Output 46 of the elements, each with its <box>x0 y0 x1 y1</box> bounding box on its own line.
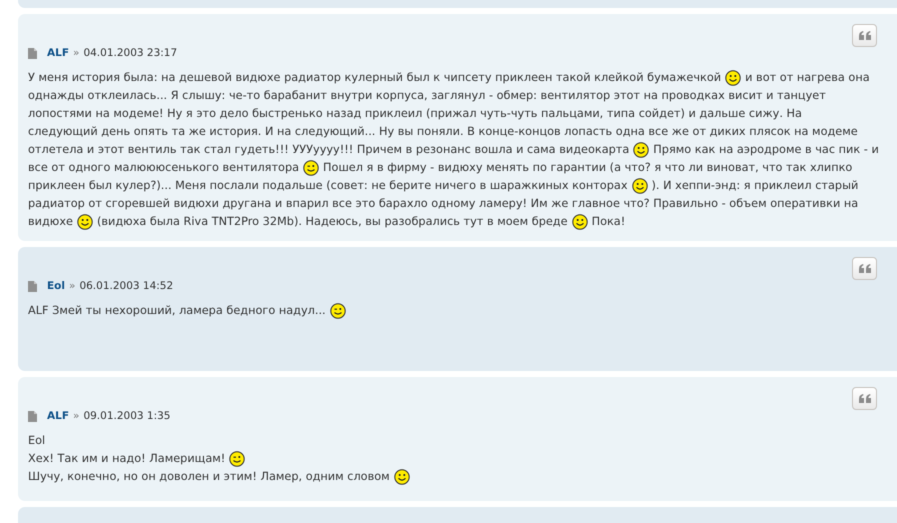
document-icon <box>28 280 37 292</box>
post-text: Eol <box>28 433 46 449</box>
post-text: Хех! Так им и надо! Ламерищам! <box>28 451 226 467</box>
post-text: следующий день опять та же история. И на следующий... Ну вы поняли. В конце-концов лопасть одна все же от диких плясок на модеме <box>28 124 858 140</box>
wink-icon <box>303 160 320 176</box>
post-text: видюхе <box>28 214 73 230</box>
post-text: ). И хеппи-энд: я приклеил старый <box>652 178 858 194</box>
post-text: Пока! <box>592 214 626 230</box>
wink-icon <box>330 303 346 319</box>
post-text: ALF Змей ты нехороший, ламера бедного надул... <box>28 303 326 319</box>
wink-icon <box>229 451 246 467</box>
author-link[interactable]: ALF <box>47 47 69 59</box>
document-icon <box>28 48 37 58</box>
quote-button[interactable] <box>852 24 877 47</box>
post-date: 06.01.2003 14:52 <box>79 280 174 292</box>
separator: » <box>69 280 76 292</box>
post-text: (видюха была Riva TNT2Pro 32Mb). Надеюсь, вы разобрались тут в моем бреде <box>96 214 568 230</box>
quote-button[interactable] <box>852 257 877 280</box>
smile-icon <box>76 214 93 230</box>
author-link[interactable]: ALF <box>47 410 69 422</box>
quote-button[interactable] <box>852 387 877 410</box>
smile-icon <box>632 178 648 194</box>
post-text: и вот от нагрева она <box>745 70 870 86</box>
post-text: У меня история была: на дешевой видюхе радиатор кулерный был к чипсету приклеен такой клейкой бумажечкой <box>28 70 722 86</box>
post-text: Прямо как на аэродроме в час пик - и <box>653 142 879 158</box>
quote-icon <box>858 394 870 403</box>
quote-icon <box>858 264 870 273</box>
author-link[interactable]: Eol <box>47 280 65 292</box>
separator: » <box>73 410 80 422</box>
document-icon <box>28 410 37 422</box>
post-text: все от одного малюююсенького вентилятора <box>28 160 300 176</box>
post-text: Шучу, конечно, но он доволен и этим! Ламер, одним словом <box>28 469 390 485</box>
separator: » <box>73 47 80 59</box>
smile-icon <box>394 469 410 485</box>
post-date: 09.01.2003 1:35 <box>83 410 170 422</box>
quote-icon <box>858 31 870 40</box>
smile-icon <box>633 142 650 158</box>
post-text: Пошел я в фирму - видюху менять по гарантии (а что? я что ли виноват, что так хлипко <box>323 160 852 176</box>
post-date: 04.01.2003 23:17 <box>83 47 178 59</box>
post-text: отлетела и этот вентиль так стал гудеть!!! УУУуууу!!! Причем в резонанс вошла и сама видеокарта <box>28 142 630 158</box>
smile-icon <box>572 214 588 230</box>
smile-icon <box>725 70 742 86</box>
post-text: лопостями на модеме! Ну я это дело быстренько назад приклеил (прижал чуть-чуть пальцами, типа сойдет) и дальше сижу. На <box>28 106 802 122</box>
post-text: приклеен был кулер?)... Меня послали подальше (совет: не берите ничего в шаражкиных конторах <box>28 178 628 194</box>
post-text: однажды отклеилась... Я слышу: че-то барабанит внутри корпуса, заглянул - обмер: вентилятор этот на проводках висит и танцует <box>28 88 826 104</box>
post-text: радиатор от сгоревшей видюхи другана и впарил все это барахло одному ламеру! Им же главное что? Правильно - объем оперативки на <box>28 196 858 212</box>
